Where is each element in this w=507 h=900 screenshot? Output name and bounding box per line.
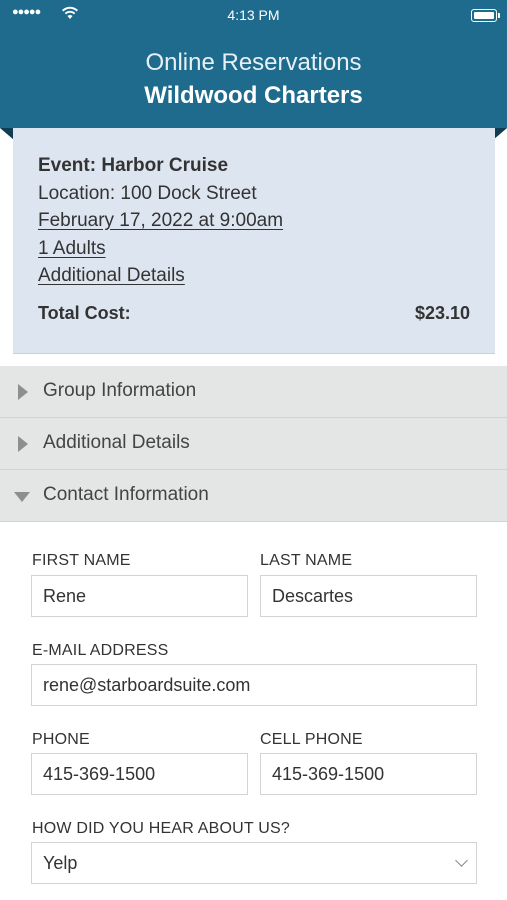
guest-count-link[interactable]: 1 Adults (38, 238, 106, 260)
section-additional-details[interactable]: Additional Details (0, 418, 507, 470)
reservation-summary: Event: Harbor Cruise Location: 100 Dock … (13, 128, 495, 354)
battery-icon (471, 9, 500, 22)
ribbon-fold-right (493, 128, 507, 140)
additional-details-link[interactable]: Additional Details (38, 265, 185, 287)
email-label: E-MAIL ADDRESS (32, 642, 169, 659)
phone-field[interactable]: 415-369-1500 (31, 753, 248, 795)
first-name-field[interactable]: Rene (31, 575, 248, 617)
section-contact-information[interactable]: Contact Information (0, 470, 507, 522)
header-title: Wildwood Charters (144, 82, 363, 109)
section-label: Contact Information (43, 484, 209, 505)
first-name-label: FIRST NAME (32, 552, 131, 569)
email-field[interactable]: rene@starboardsuite.com (31, 664, 477, 706)
app-header: Online Reservations Wildwood Charters (0, 30, 507, 128)
referral-select[interactable]: Yelp (31, 842, 477, 884)
total-cost-label: Total Cost: (38, 303, 131, 323)
status-time: 4:13 PM (227, 7, 280, 23)
referral-select-value: Yelp (43, 853, 78, 873)
referral-label: HOW DID YOU HEAR ABOUT US? (32, 820, 290, 837)
phone-label: PHONE (32, 731, 90, 748)
caret-right-icon (18, 436, 28, 452)
cell-phone-label: CELL PHONE (260, 731, 363, 748)
section-group-information[interactable]: Group Information (0, 366, 507, 418)
event-date-link[interactable]: February 17, 2022 at 9:00am (38, 210, 283, 232)
last-name-label: LAST NAME (260, 552, 353, 569)
header-subtitle: Online Reservations (145, 49, 362, 76)
last-name-field[interactable]: Descartes (260, 575, 477, 617)
section-label: Group Information (43, 380, 197, 401)
caret-down-icon (14, 492, 30, 502)
section-label: Additional Details (43, 432, 190, 453)
status-bar: ●●●●● 4:13 PM (0, 0, 507, 30)
event-name: Event: Harbor Cruise (38, 155, 229, 176)
event-location: Location: 100 Dock Street (38, 183, 257, 204)
total-cost-value: $23.10 (414, 303, 470, 323)
cell-phone-field[interactable]: 415-369-1500 (260, 753, 477, 795)
chevron-down-icon (455, 854, 468, 867)
ribbon-fold-left (0, 128, 14, 140)
caret-right-icon (18, 384, 28, 400)
